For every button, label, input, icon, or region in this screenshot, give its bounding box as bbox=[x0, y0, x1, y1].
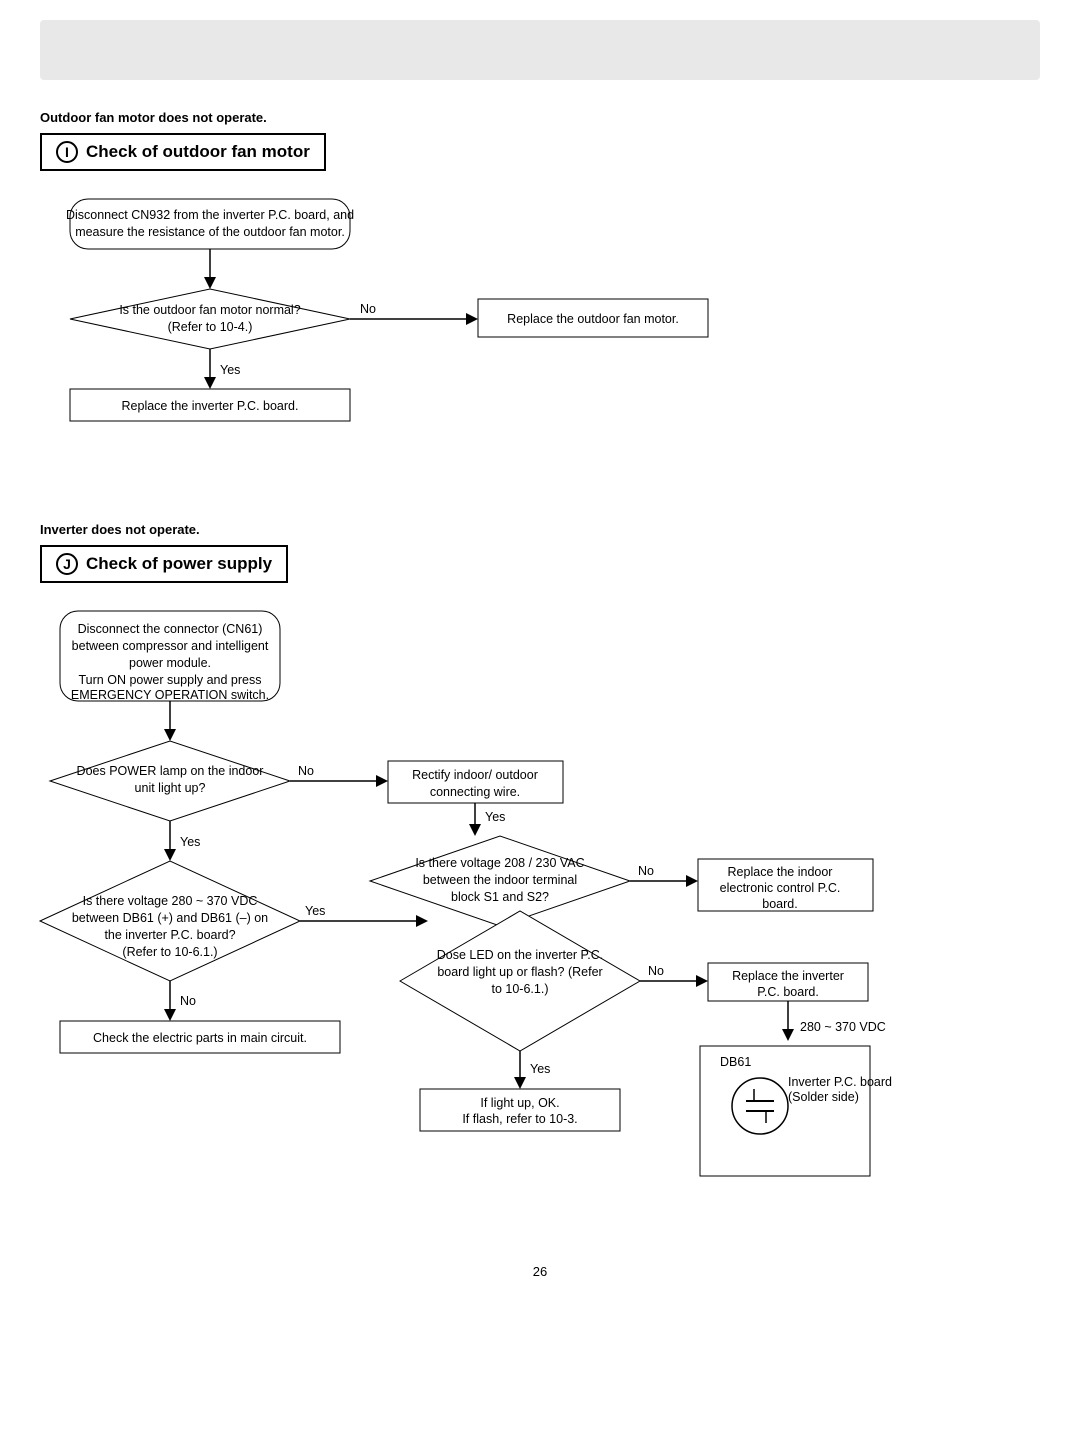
circle-i: I bbox=[56, 141, 78, 163]
svg-text:(Refer to 10-4.): (Refer to 10-4.) bbox=[168, 320, 253, 334]
svg-text:Replace the outdoor fan motor.: Replace the outdoor fan motor. bbox=[507, 312, 679, 326]
svg-text:Check the electric parts in ma: Check the electric parts in main circuit… bbox=[93, 1031, 307, 1045]
svg-text:EMERGENCY OPERATION switch.: EMERGENCY OPERATION switch. bbox=[71, 688, 269, 702]
section-i: Outdoor fan motor does not operate. I Ch… bbox=[40, 110, 1040, 462]
svg-text:Disconnect the connector (CN61: Disconnect the connector (CN61) bbox=[78, 622, 263, 636]
svg-text:No: No bbox=[298, 764, 314, 778]
section-title-i: I Check of outdoor fan motor bbox=[40, 133, 326, 171]
svg-text:board.: board. bbox=[762, 897, 797, 911]
svg-text:P.C. board.: P.C. board. bbox=[757, 985, 819, 999]
svg-text:between DB61 (+) and DB61 (–): between DB61 (+) and DB61 (–) on bbox=[72, 911, 268, 925]
svg-text:board light up or flash? (Refe: board light up or flash? (Refer bbox=[437, 965, 602, 979]
svg-text:Yes: Yes bbox=[180, 835, 200, 849]
fault-label-i: Outdoor fan motor does not operate. bbox=[40, 110, 1040, 125]
flowchart-i: Disconnect CN932 from the inverter P.C. … bbox=[40, 189, 900, 459]
page-number: 26 bbox=[40, 1264, 1040, 1279]
svg-text:If light up, OK.: If light up, OK. bbox=[480, 1096, 559, 1110]
svg-text:measure the resistance of the: measure the resistance of the outdoor fa… bbox=[75, 225, 345, 239]
flowchart-j: Disconnect the connector (CN61) between … bbox=[40, 601, 940, 1221]
svg-text:Replace the indoor: Replace the indoor bbox=[728, 865, 833, 879]
svg-text:between compressor and intelli: between compressor and intelligent bbox=[72, 639, 269, 653]
svg-text:If flash, refer to 10-3.: If flash, refer to 10-3. bbox=[462, 1112, 577, 1126]
section-title-j: J Check of power supply bbox=[40, 545, 288, 583]
svg-text:Dose LED on the inverter P.C.: Dose LED on the inverter P.C. bbox=[437, 948, 604, 962]
svg-text:Disconnect CN932 from the inve: Disconnect CN932 from the inverter P.C. … bbox=[66, 208, 354, 222]
svg-text:Turn ON power supply and press: Turn ON power supply and press bbox=[79, 673, 262, 687]
svg-text:No: No bbox=[648, 964, 664, 978]
svg-text:Yes: Yes bbox=[530, 1062, 550, 1076]
title-i: Check of outdoor fan motor bbox=[86, 142, 310, 162]
svg-text:280 ~ 370 VDC: 280 ~ 370 VDC bbox=[800, 1020, 886, 1034]
svg-text:Yes: Yes bbox=[220, 363, 240, 377]
svg-text:between the indoor terminal: between the indoor terminal bbox=[423, 873, 577, 887]
svg-text:Is the outdoor fan motor norma: Is the outdoor fan motor normal? bbox=[119, 303, 300, 317]
svg-text:Does POWER lamp on the indoor: Does POWER lamp on the indoor bbox=[77, 764, 264, 778]
svg-text:Rectify indoor/ outdoor: Rectify indoor/ outdoor bbox=[412, 768, 538, 782]
svg-text:No: No bbox=[360, 302, 376, 316]
circle-j: J bbox=[56, 553, 78, 575]
svg-text:to 10-6.1.): to 10-6.1.) bbox=[492, 982, 549, 996]
section-j: Inverter does not operate. J Check of po… bbox=[40, 522, 1040, 1224]
svg-text:Is there voltage 208 / 230 VAC: Is there voltage 208 / 230 VAC bbox=[415, 856, 584, 870]
svg-text:Yes: Yes bbox=[305, 904, 325, 918]
page-header bbox=[40, 20, 1040, 80]
svg-text:unit light up?: unit light up? bbox=[135, 781, 206, 795]
svg-text:connecting wire.: connecting wire. bbox=[430, 785, 520, 799]
svg-text:the inverter P.C. board?: the inverter P.C. board? bbox=[104, 928, 235, 942]
fault-label-j: Inverter does not operate. bbox=[40, 522, 1040, 537]
svg-text:(Refer to 10-6.1.): (Refer to 10-6.1.) bbox=[122, 945, 217, 959]
svg-text:No: No bbox=[180, 994, 196, 1008]
svg-text:DB61: DB61 bbox=[720, 1055, 751, 1069]
title-j: Check of power supply bbox=[86, 554, 272, 574]
svg-text:Replace the inverter P.C. boar: Replace the inverter P.C. board. bbox=[122, 399, 299, 413]
svg-text:Yes: Yes bbox=[485, 810, 505, 824]
svg-text:power module.: power module. bbox=[129, 656, 211, 670]
svg-text:electronic control P.C.: electronic control P.C. bbox=[720, 881, 841, 895]
svg-text:No: No bbox=[638, 864, 654, 878]
svg-text:Is there voltage 280 ~ 370 VDC: Is there voltage 280 ~ 370 VDC bbox=[83, 894, 258, 908]
svg-text:Replace the inverter: Replace the inverter bbox=[732, 969, 844, 983]
svg-text:block S1 and S2?: block S1 and S2? bbox=[451, 890, 549, 904]
svg-text:Inverter P.C. board: Inverter P.C. board bbox=[788, 1075, 892, 1089]
svg-text:(Solder side): (Solder side) bbox=[788, 1090, 859, 1104]
